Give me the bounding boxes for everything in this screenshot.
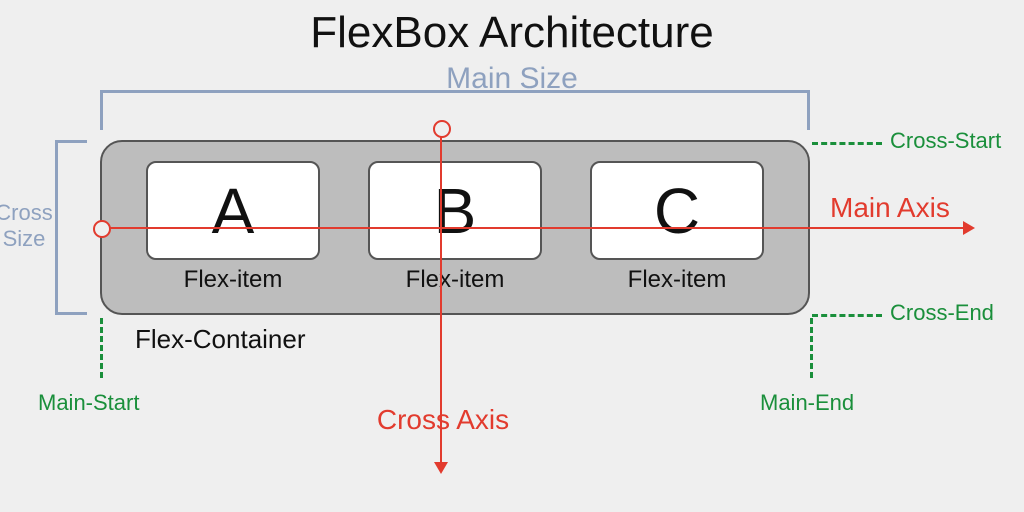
cross-axis-origin-icon bbox=[433, 120, 451, 138]
main-start-marker bbox=[100, 318, 103, 378]
flex-item-c: C bbox=[590, 161, 764, 260]
cross-end-label: Cross-End bbox=[890, 300, 994, 326]
cross-start-label: Cross-Start bbox=[890, 128, 1001, 154]
cross-end-marker bbox=[812, 314, 882, 317]
cross-size-label: Cross Size bbox=[0, 200, 54, 253]
main-axis-line bbox=[100, 227, 970, 229]
main-size-bracket bbox=[100, 90, 810, 130]
flex-item-label-a: Flex-item bbox=[184, 266, 283, 294]
flex-item-label-b: Flex-item bbox=[406, 266, 505, 294]
main-end-marker bbox=[810, 318, 813, 378]
main-start-label: Main-Start bbox=[38, 390, 139, 416]
flex-container-label: Flex-Container bbox=[135, 324, 306, 355]
main-axis-origin-icon bbox=[93, 220, 111, 238]
flex-item-label-c: Flex-item bbox=[628, 266, 727, 294]
flex-item-a: A bbox=[146, 161, 320, 260]
flex-item-b: B bbox=[368, 161, 542, 260]
cross-size-bracket bbox=[55, 140, 87, 315]
main-axis-label: Main Axis bbox=[830, 192, 950, 224]
cross-start-marker bbox=[812, 142, 882, 145]
cross-axis-label: Cross Axis bbox=[318, 404, 568, 436]
main-axis-arrow-icon bbox=[963, 221, 975, 235]
cross-axis-arrow-icon bbox=[434, 462, 448, 474]
diagram-title: FlexBox Architecture bbox=[0, 8, 1024, 58]
main-end-label: Main-End bbox=[760, 390, 854, 416]
diagram-stage: FlexBox Architecture Main Size Cross Siz… bbox=[0, 0, 1024, 512]
